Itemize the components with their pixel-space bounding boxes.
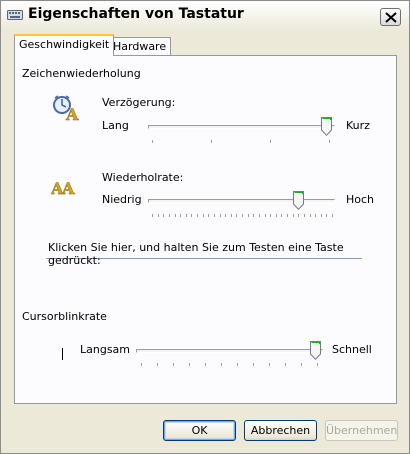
tick	[269, 363, 270, 366]
tick	[203, 214, 204, 217]
tick	[321, 214, 322, 217]
svg-text:A: A	[61, 179, 75, 198]
rate-min-label: Niedrig	[102, 193, 142, 206]
tick	[242, 214, 243, 217]
tick	[270, 214, 271, 217]
keyboard-properties-dialog: Eigenschaften von Tastatur Geschwindigke…	[0, 0, 410, 454]
tick	[253, 363, 254, 366]
rate-max-label: Hoch	[346, 193, 375, 206]
delay-min-label: Lang	[102, 119, 129, 132]
tick	[301, 363, 302, 366]
tick	[220, 214, 221, 217]
cursor-blink-preview	[62, 348, 63, 360]
tick	[231, 214, 232, 217]
tick	[225, 214, 226, 217]
tick	[211, 140, 212, 143]
tick	[310, 214, 311, 217]
repeat-test-field[interactable]: Klicken Sie hier, und halten Sie zum Tes…	[46, 239, 362, 267]
delay-slider-track[interactable]	[148, 125, 335, 129]
close-button[interactable]	[380, 8, 401, 26]
tick	[208, 214, 209, 217]
tick	[287, 214, 288, 217]
tick	[189, 363, 190, 366]
tick	[270, 140, 271, 143]
tick	[317, 363, 318, 366]
tick	[248, 214, 249, 217]
tick	[197, 214, 198, 217]
keyboard-icon	[7, 10, 23, 20]
cursor-slider-ticks	[141, 363, 318, 367]
svg-text:A: A	[65, 105, 79, 122]
tick	[152, 140, 153, 143]
tick	[329, 140, 330, 143]
tick	[175, 214, 176, 217]
tick	[141, 363, 142, 366]
cancel-button-label: Abbrechen	[250, 424, 311, 437]
cursor-max-label: Schnell	[332, 343, 372, 356]
tick	[158, 214, 159, 217]
rate-slider-thumb[interactable]	[293, 191, 304, 210]
tick	[281, 214, 282, 217]
tick	[326, 214, 327, 217]
tick	[180, 214, 181, 217]
tick	[259, 214, 260, 217]
tick	[157, 363, 158, 366]
tab-label: Geschwindigkeit	[19, 38, 110, 51]
tick	[285, 363, 286, 366]
tick	[298, 214, 299, 217]
tick	[152, 214, 153, 217]
tick	[214, 214, 215, 217]
delay-max-label: Kurz	[346, 119, 370, 132]
tick	[265, 214, 266, 217]
cancel-button[interactable]: Abbrechen	[244, 420, 317, 441]
tick	[253, 214, 254, 217]
tick	[304, 214, 305, 217]
tick	[163, 214, 164, 217]
tab-hardware[interactable]: Hardware	[108, 37, 172, 55]
window-title: Eigenschaften von Tastatur	[28, 6, 244, 22]
cursor-min-label: Langsam	[80, 343, 131, 356]
tick	[237, 363, 238, 366]
tick	[236, 214, 237, 217]
rate-slider-track[interactable]	[148, 199, 335, 203]
close-icon	[385, 12, 397, 23]
tick	[186, 214, 187, 217]
ok-button-label: OK	[191, 424, 208, 437]
tick	[173, 363, 174, 366]
tick	[169, 214, 170, 217]
tab-panel-geschwindigkeit: Zeichenwiederholung A Verzögerung: Lang …	[14, 55, 397, 404]
cursor-group-label: Cursorblinkrate	[22, 310, 107, 323]
cursor-slider-track[interactable]	[136, 349, 323, 353]
tick	[276, 214, 277, 217]
keyboard-repeat-icon: A A	[51, 179, 75, 198]
tick	[315, 214, 316, 217]
tab-label: Hardware	[113, 40, 167, 53]
rate-label: Wiederholrate:	[102, 171, 184, 184]
rate-slider-ticks	[152, 214, 333, 218]
test-field-prompt: Klicken Sie hier, und halten Sie zum Tes…	[48, 241, 344, 267]
apply-button-label: Übernehmen	[326, 424, 398, 437]
keyboard-delay-icon: A	[53, 95, 79, 122]
cursor-slider-thumb[interactable]	[310, 341, 321, 360]
tick	[293, 214, 294, 217]
tab-geschwindigkeit[interactable]: Geschwindigkeit	[14, 34, 115, 56]
delay-label: Verzögerung:	[102, 96, 176, 109]
tick	[221, 363, 222, 366]
tick	[332, 214, 333, 217]
delay-slider-ticks	[152, 140, 332, 144]
tick	[205, 363, 206, 366]
ok-button[interactable]: OK	[163, 420, 236, 441]
apply-button[interactable]: Übernehmen	[325, 420, 398, 441]
title-bar[interactable]: Eigenschaften von Tastatur	[1, 1, 409, 31]
tick	[191, 214, 192, 217]
repeat-group-label: Zeichenwiederholung	[22, 67, 141, 80]
delay-slider-thumb[interactable]	[321, 117, 332, 136]
